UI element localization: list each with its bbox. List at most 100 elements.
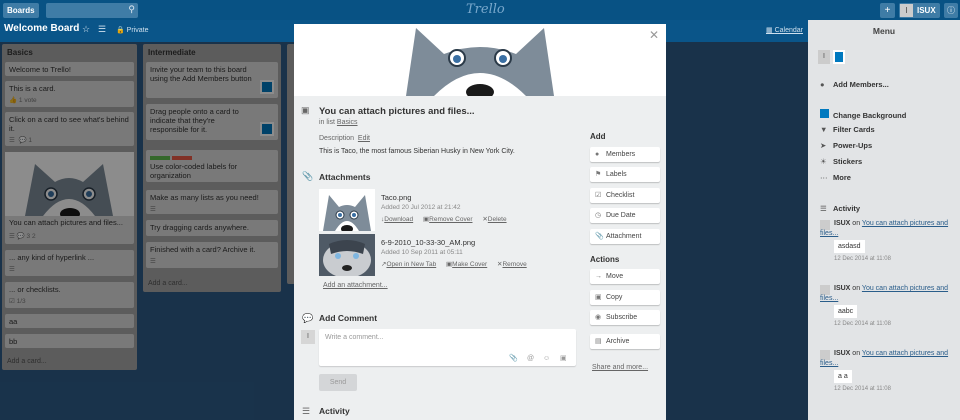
copy-icon: ▣	[595, 294, 602, 301]
cover-image	[294, 24, 666, 96]
activity-avatar[interactable]	[820, 220, 830, 230]
button-label: Due Date	[606, 212, 636, 219]
board-menu-icon[interactable]: ☰	[98, 24, 106, 35]
activity-avatar[interactable]	[820, 285, 830, 295]
attachment-thumbnail[interactable]	[319, 234, 375, 276]
attachment-date: Added 20 Jul 2012 at 21:42	[381, 204, 461, 211]
boards-button[interactable]: Boards	[3, 3, 39, 18]
attachment-thumbnail[interactable]	[319, 189, 375, 231]
activity-avatar[interactable]	[820, 350, 830, 360]
paperclip-icon: 📎	[595, 233, 604, 240]
calendar-link[interactable]: ▦ Calendar	[766, 26, 803, 34]
in-list-prefix: in list	[319, 119, 335, 126]
activity-user[interactable]: ISUX	[834, 220, 850, 227]
activity-on: on	[852, 350, 861, 357]
activity-comment: aabc	[834, 305, 858, 318]
board-title[interactable]: Welcome Board	[4, 23, 79, 34]
activity-header: ☰ Activity	[820, 204, 860, 213]
member-avatar-board[interactable]	[833, 50, 845, 64]
star-icon[interactable]: ☆	[82, 24, 90, 35]
description-label: Description	[319, 135, 355, 142]
calendar-text: Calendar	[774, 27, 803, 34]
user-menu[interactable]: I ISUX	[899, 3, 940, 18]
attachment-name[interactable]: Taco.png	[381, 193, 515, 202]
due-date-button[interactable]: ◷ Due Date	[590, 208, 660, 223]
card-title[interactable]: You can attach pictures and files...	[319, 106, 475, 117]
activity-comment: asdasd	[834, 240, 865, 253]
move-button[interactable]: → Move	[590, 269, 660, 284]
comment-placeholder: Write a comment...	[325, 334, 384, 341]
activity-icon: ☰	[302, 406, 311, 416]
attachment-date: Added 10 Sep 2011 at 05:11	[381, 249, 463, 256]
menu-item-change-background[interactable]: Change Background	[820, 109, 906, 120]
delete-link[interactable]: ✕Delete	[482, 216, 506, 223]
comment-input[interactable]: Write a comment... 📎 @ ☺ ▣	[319, 329, 576, 366]
menu-item-stickers[interactable]: ☀ Stickers	[820, 157, 862, 166]
visibility-label[interactable]: 🔒 Private	[116, 26, 148, 34]
trello-logo[interactable]: Trello	[466, 2, 505, 17]
activity-date[interactable]: 12 Dec 2014 at 11:08	[834, 386, 956, 392]
activity-header: Activity	[319, 406, 350, 416]
activity-entry: ISUX on You can attach pictures and file…	[820, 220, 956, 262]
more-icon: ⋯	[820, 173, 828, 182]
archive-button[interactable]: ▤ Archive	[590, 334, 660, 349]
emoji-icon[interactable]: ☺	[543, 355, 550, 362]
subscribe-button[interactable]: ◉ Subscribe	[590, 310, 660, 325]
menu-item-filter-cards[interactable]: ▼ Filter Cards	[820, 125, 875, 134]
attachment-item: 6-9-2010_10-33-30_AM.png Added 10 Sep 20…	[381, 238, 535, 268]
avatar[interactable]: I	[301, 330, 315, 344]
sticker-icon: ☀	[820, 157, 827, 166]
list-link[interactable]: Basics	[337, 119, 358, 126]
add-attachment-link[interactable]: Add an attachment...	[323, 282, 388, 289]
attachment-actions: ↗Open in New Tab ▣Make Cover ✕Remove	[381, 260, 535, 268]
card-list-info: in list Basics	[319, 119, 358, 126]
remove-cover-link[interactable]: ▣Remove Cover	[423, 216, 473, 223]
card-icon: ▣	[301, 105, 310, 115]
add-comment-header: Add Comment	[319, 313, 378, 323]
mention-icon[interactable]: @	[527, 355, 534, 362]
user-icon: ●	[820, 80, 825, 89]
labels-button[interactable]: ⚑ Labels	[590, 167, 660, 182]
members-button[interactable]: ● Members	[590, 147, 660, 162]
activity-comment: a a	[834, 370, 852, 383]
info-icon[interactable]: ⓘ	[944, 3, 958, 18]
close-icon[interactable]: ✕	[649, 28, 659, 42]
activity-date[interactable]: 12 Dec 2014 at 11:08	[834, 256, 956, 262]
copy-button[interactable]: ▣ Copy	[590, 290, 660, 305]
download-link[interactable]: ↓Download	[381, 216, 413, 223]
activity-user[interactable]: ISUX	[834, 285, 850, 292]
member-avatar[interactable]: I	[818, 50, 830, 64]
checklist-button[interactable]: ☑ Checklist	[590, 188, 660, 203]
activity-date[interactable]: 12 Dec 2014 at 11:08	[834, 321, 956, 327]
share-and-more-link[interactable]: Share and more...	[592, 364, 648, 371]
menu-item-label: Power-Ups	[833, 141, 873, 150]
edit-description-link[interactable]: Edit	[358, 135, 370, 142]
plus-icon[interactable]: +	[880, 3, 895, 18]
avatar: I	[900, 4, 913, 17]
remove-link[interactable]: ✕Remove	[497, 261, 527, 268]
paperclip-icon: 📎	[302, 171, 314, 181]
button-label: Attachment	[606, 233, 642, 240]
attachment-actions: ↓Download ▣Remove Cover ✕Delete	[381, 215, 515, 223]
send-button[interactable]: Send	[319, 374, 357, 391]
menu-item-more[interactable]: ⋯ More	[820, 173, 851, 182]
archive-icon: ▤	[595, 338, 602, 345]
make-cover-link[interactable]: ▣Make Cover	[446, 261, 487, 268]
card-link-icon[interactable]: ▣	[560, 354, 567, 362]
menu-item-power-ups[interactable]: ➤ Power-Ups	[820, 141, 872, 150]
activity-user[interactable]: ISUX	[834, 350, 850, 357]
open-new-tab-link[interactable]: ↗Open in New Tab	[381, 261, 436, 268]
button-label: Copy	[606, 294, 623, 301]
search-input[interactable]: ⚲	[46, 3, 138, 18]
search-icon[interactable]: ⚲	[128, 4, 135, 15]
open-new-tab-label: Open in New Tab	[386, 261, 437, 268]
attachment-name[interactable]: 6-9-2010_10-33-30_AM.png	[381, 238, 535, 247]
arrow-right-icon: →	[595, 273, 602, 280]
attach-icon[interactable]: 📎	[509, 354, 518, 362]
attachment-button[interactable]: 📎 Attachment	[590, 229, 660, 244]
card-cover	[294, 24, 666, 96]
download-label: Download	[384, 216, 414, 223]
actions-section-header: Actions	[590, 255, 620, 264]
add-members-button[interactable]: ● Add Members...	[820, 80, 889, 89]
tag-icon: ⚑	[595, 171, 602, 178]
